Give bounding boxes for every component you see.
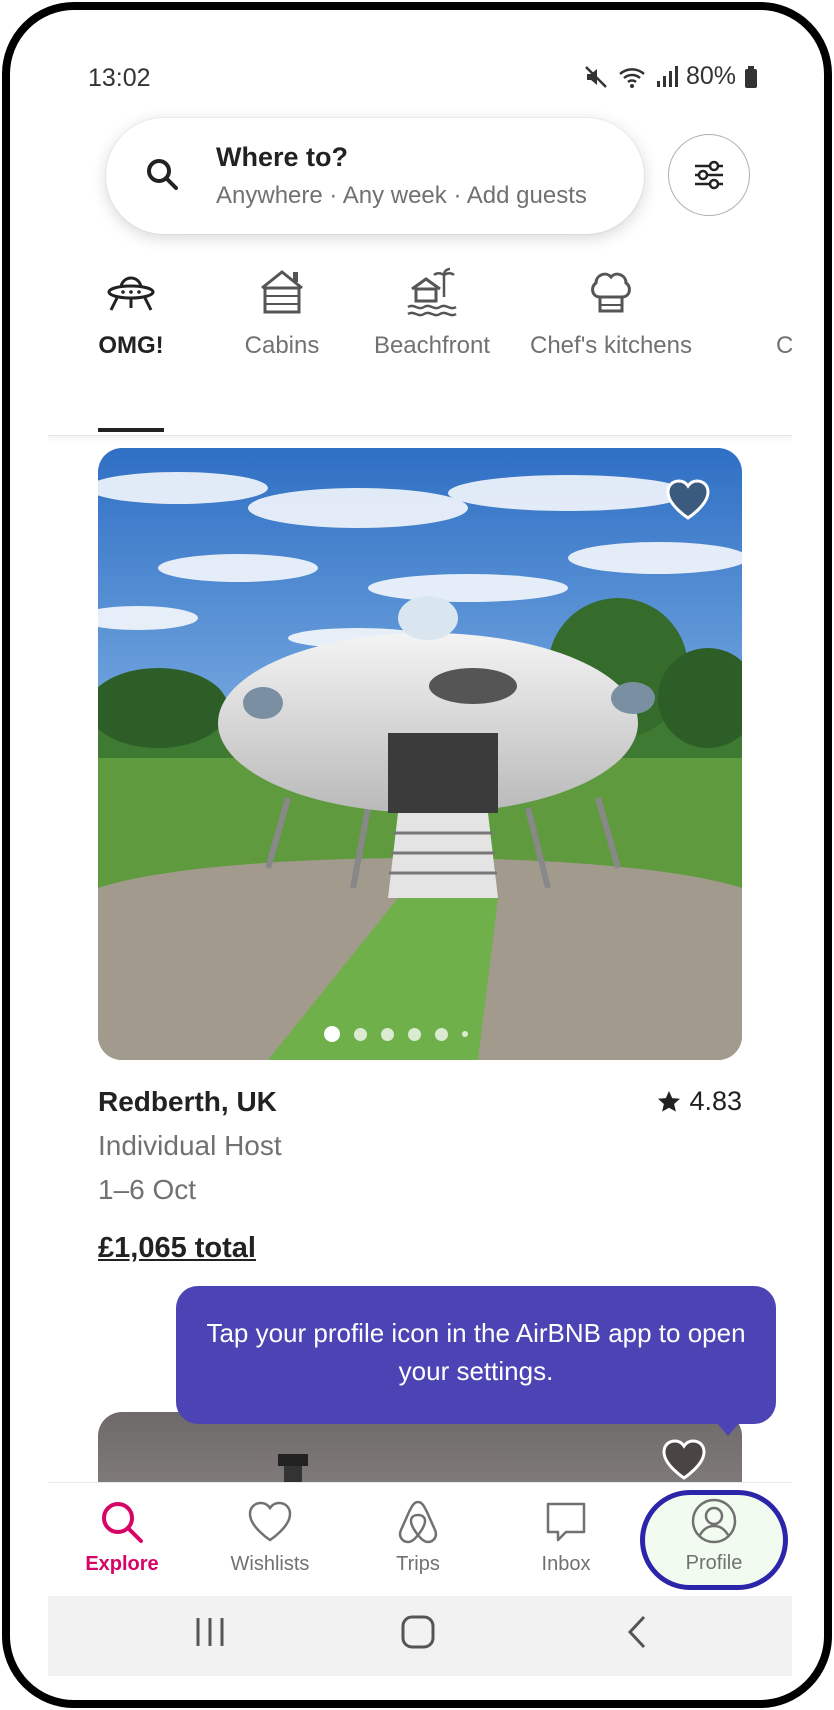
listing-location[interactable]: Redberth, UK <box>98 1086 277 1118</box>
category-label: Beachfront <box>373 332 491 359</box>
category-partial[interactable]: C <box>776 260 792 436</box>
instruction-tooltip: Tap your profile icon in the AirBNB app … <box>176 1286 776 1424</box>
system-navigation-bar <box>48 1596 792 1676</box>
listing-price[interactable]: £1,065 total <box>98 1232 256 1265</box>
listing-dates: 1–6 Oct <box>98 1174 197 1205</box>
ufo-icon <box>107 276 155 311</box>
nav-trips[interactable]: Trips <box>344 1483 492 1597</box>
category-omg[interactable]: OMG! <box>88 260 174 436</box>
battery-percent: 80% <box>685 62 736 90</box>
search-bar[interactable]: Where to? Anywhere · Any week · Add gues… <box>106 118 644 234</box>
rating-value: 4.83 <box>689 1086 742 1116</box>
filters-button[interactable] <box>668 134 750 216</box>
category-bar: OMG! Cabins Beachfront Chef's kitchens C <box>48 260 792 436</box>
category-label: C <box>776 332 792 359</box>
star-icon <box>658 1090 681 1112</box>
listing-host: Individual Host <box>98 1130 282 1161</box>
category-label: Chef's kitchens <box>530 332 692 359</box>
heart-icon <box>248 1501 292 1542</box>
wishlist-heart-button[interactable] <box>660 1438 708 1487</box>
carousel-dot <box>435 1027 448 1041</box>
home-button[interactable] <box>400 1614 436 1655</box>
nav-label: Profile <box>685 1552 743 1574</box>
carousel-dot <box>408 1027 421 1041</box>
airbnb-logo-icon <box>398 1500 438 1544</box>
category-label: Cabins <box>244 332 320 359</box>
sliders-icon <box>695 160 723 190</box>
beachfront-icon <box>407 267 457 317</box>
cabin-icon <box>261 270 303 314</box>
category-beachfront[interactable]: Beachfront <box>366 260 498 436</box>
home-icon <box>401 1615 435 1649</box>
search-icon <box>147 159 178 190</box>
nav-wishlists[interactable]: Wishlists <box>196 1483 344 1597</box>
listing-photo[interactable] <box>98 448 742 1060</box>
status-icons: 80% <box>584 62 758 91</box>
wifi-icon <box>619 67 645 88</box>
recent-apps-button[interactable] <box>192 1614 228 1655</box>
category-label: OMG! <box>98 332 164 359</box>
nav-label: Trips <box>396 1553 440 1575</box>
nav-inbox[interactable]: Inbox <box>492 1483 640 1597</box>
category-chefs-kitchens[interactable]: Chef's kitchens <box>518 260 704 436</box>
chef-hat-icon <box>591 272 631 313</box>
carousel-dot <box>324 1026 340 1042</box>
recent-apps-icon <box>196 1618 224 1646</box>
category-cabins[interactable]: Cabins <box>232 260 332 436</box>
tooltip-text: Tap your profile icon in the AirBNB app … <box>206 1318 746 1386</box>
listing-rating: 4.83 <box>657 1086 742 1117</box>
mute-icon <box>585 65 607 88</box>
back-icon <box>627 1615 646 1649</box>
wishlist-heart-button[interactable] <box>664 478 712 527</box>
search-subtitle: Anywhere · Any week · Add guests <box>216 182 587 209</box>
tooltip-pointer <box>716 1422 740 1436</box>
nav-explore[interactable]: Explore <box>48 1483 196 1597</box>
heart-icon <box>662 1439 706 1480</box>
carousel-dot <box>381 1027 394 1041</box>
heart-icon <box>666 479 710 520</box>
back-button[interactable] <box>620 1614 656 1655</box>
carousel-dot <box>462 1031 468 1037</box>
nav-label: Inbox <box>541 1553 591 1575</box>
phone-frame: 13:02 80% Where to? Anywhere · Any week … <box>2 2 832 1708</box>
photo-carousel-dots <box>324 1026 468 1042</box>
app-screen: 13:02 80% Where to? Anywhere · Any week … <box>48 50 792 1676</box>
nav-label: Wishlists <box>230 1553 310 1575</box>
battery-icon <box>745 65 757 88</box>
signal-icon <box>656 65 678 87</box>
status-time: 13:02 <box>88 64 151 92</box>
status-bar: 13:02 80% <box>48 50 792 106</box>
search-icon <box>102 1502 143 1543</box>
search-title: Where to? <box>216 142 348 172</box>
ufo-house-photo <box>98 448 742 1060</box>
nav-label: Explore <box>85 1553 159 1575</box>
active-category-underline <box>98 428 164 432</box>
profile-icon <box>691 1498 737 1544</box>
message-icon <box>546 1502 586 1542</box>
nav-profile[interactable]: Profile <box>640 1482 788 1596</box>
carousel-dot <box>354 1027 367 1041</box>
